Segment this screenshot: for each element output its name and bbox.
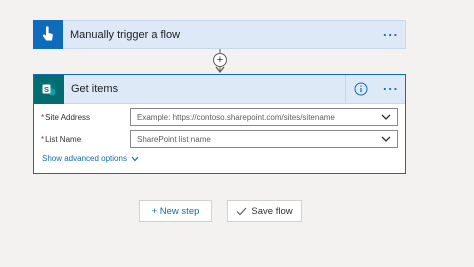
sharepoint-icon: S bbox=[34, 74, 64, 104]
get-items-card[interactable]: S Get items ··· * Site Address Example: … bbox=[33, 74, 406, 174]
site-address-placeholder: Example: https://contoso.sharepoint.com/… bbox=[137, 112, 335, 122]
site-address-label-text: Site Address bbox=[45, 112, 91, 122]
show-advanced-options-link[interactable]: Show advanced options bbox=[42, 154, 139, 163]
action-more-options-icon[interactable]: ··· bbox=[383, 82, 399, 97]
chevron-down-icon bbox=[381, 136, 391, 142]
list-name-placeholder: SharePoint list name bbox=[137, 134, 211, 144]
show-advanced-options-label: Show advanced options bbox=[42, 154, 127, 163]
info-button[interactable] bbox=[345, 75, 375, 103]
touch-hand-icon bbox=[33, 19, 63, 49]
action-title: Get items bbox=[71, 83, 119, 95]
list-name-dropdown[interactable]: SharePoint list name bbox=[130, 130, 398, 148]
svg-text:S: S bbox=[44, 85, 49, 94]
chevron-down-icon bbox=[131, 156, 139, 161]
save-flow-label: Save flow bbox=[251, 205, 293, 217]
trigger-card[interactable]: Manually trigger a flow ··· bbox=[33, 19, 406, 49]
required-mark: * bbox=[41, 134, 45, 144]
info-icon bbox=[354, 82, 367, 96]
site-address-label: * Site Address bbox=[41, 108, 90, 126]
save-flow-button[interactable]: Save flow bbox=[227, 200, 302, 222]
site-address-dropdown[interactable]: Example: https://contoso.sharepoint.com/… bbox=[130, 108, 398, 126]
add-step-icon[interactable]: + bbox=[213, 53, 227, 67]
checkmark-icon bbox=[236, 207, 247, 215]
arrow-down-icon bbox=[215, 66, 225, 74]
new-step-label: + New step bbox=[151, 205, 200, 217]
chevron-down-icon bbox=[381, 114, 391, 120]
list-name-label-text: List Name bbox=[45, 134, 82, 144]
required-mark: * bbox=[41, 112, 45, 122]
new-step-button[interactable]: + New step bbox=[139, 200, 212, 222]
get-items-header[interactable]: S Get items ··· bbox=[34, 74, 405, 104]
list-name-label: * List Name bbox=[41, 130, 81, 148]
trigger-title: Manually trigger a flow bbox=[70, 28, 181, 41]
trigger-more-options-icon[interactable]: ··· bbox=[383, 27, 399, 42]
